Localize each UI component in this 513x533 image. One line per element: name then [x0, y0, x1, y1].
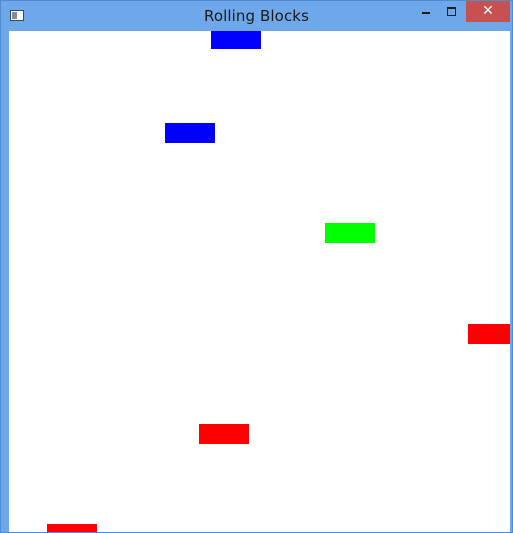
- blue-block-1: [211, 31, 261, 49]
- title-bar[interactable]: Rolling Blocks ✕: [1, 1, 512, 31]
- maximize-button[interactable]: [439, 1, 465, 22]
- app-window: Rolling Blocks ✕: [0, 0, 513, 533]
- close-icon: ✕: [482, 3, 494, 19]
- game-canvas[interactable]: [9, 31, 510, 532]
- blue-block-2: [165, 123, 215, 143]
- red-block-3: [47, 524, 97, 532]
- minimize-button[interactable]: [413, 1, 439, 22]
- red-block-2: [199, 424, 249, 444]
- green-block: [325, 223, 375, 243]
- close-button[interactable]: ✕: [466, 1, 510, 22]
- red-block-1: [468, 324, 510, 344]
